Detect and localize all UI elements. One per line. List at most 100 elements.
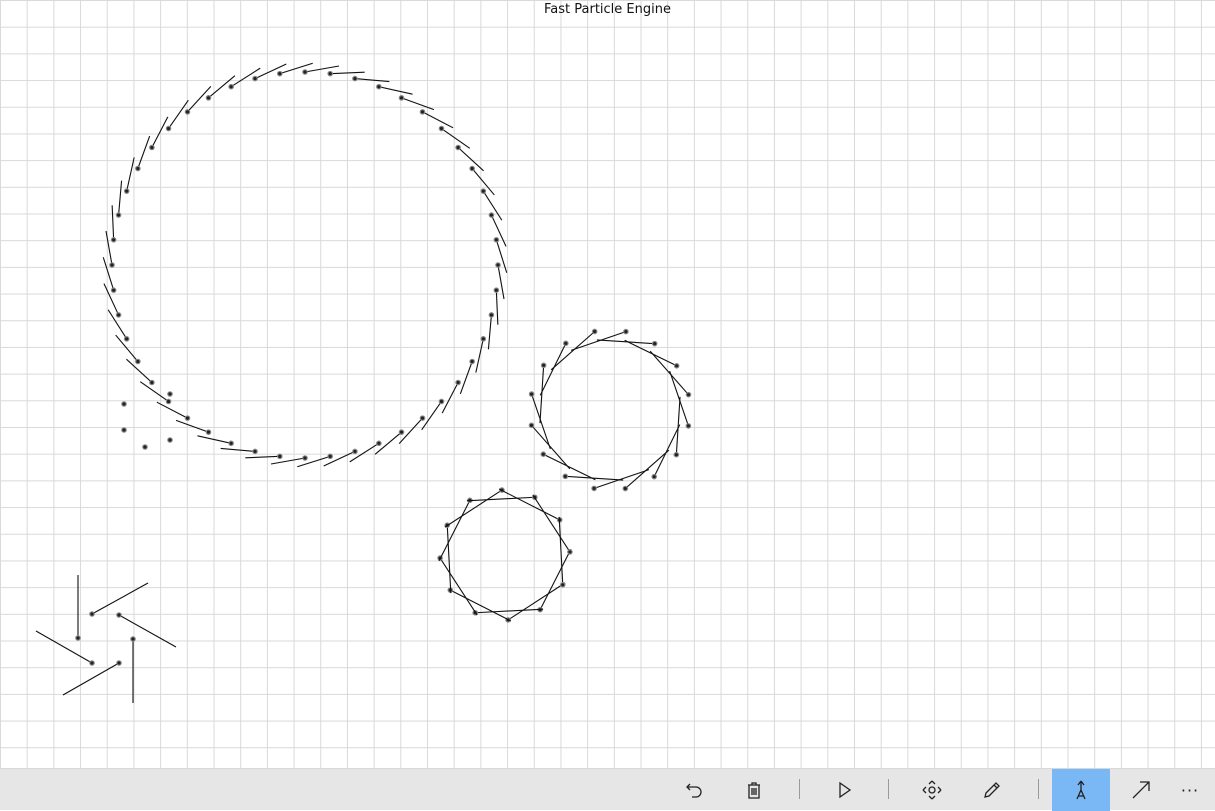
undo-button[interactable]: [665, 769, 723, 811]
particle[interactable]: [376, 83, 382, 90]
particle[interactable]: [528, 391, 535, 397]
particle[interactable]: [469, 358, 475, 365]
particle[interactable]: [115, 212, 122, 218]
particle[interactable]: [252, 448, 258, 455]
particle[interactable]: [493, 237, 500, 243]
particle[interactable]: [205, 429, 212, 435]
particle[interactable]: [89, 611, 95, 617]
velocity-vector: [330, 71, 365, 75]
particle[interactable]: [352, 448, 358, 455]
particle[interactable]: [89, 660, 95, 666]
particle[interactable]: [142, 444, 148, 450]
particle[interactable]: [528, 422, 535, 429]
particle[interactable]: [591, 328, 598, 335]
particle[interactable]: [327, 70, 333, 77]
particle[interactable]: [673, 362, 680, 369]
toolbar-divider: [799, 779, 800, 799]
particle[interactable]: [130, 636, 136, 642]
particle[interactable]: [149, 379, 155, 386]
particle[interactable]: [184, 109, 191, 115]
particle[interactable]: [205, 95, 212, 101]
particle[interactable]: [302, 455, 308, 461]
particle[interactable]: [398, 429, 405, 435]
velocity-vector: [354, 78, 390, 83]
particle[interactable]: [673, 451, 680, 458]
move-button[interactable]: [903, 769, 961, 811]
particle[interactable]: [495, 262, 501, 268]
particle[interactable]: [228, 440, 234, 447]
particle[interactable]: [121, 427, 127, 433]
particle[interactable]: [651, 473, 658, 480]
particle[interactable]: [419, 415, 426, 421]
particle[interactable]: [121, 401, 127, 407]
toolbar-divider: [1038, 779, 1039, 799]
velocity-vector: [304, 65, 340, 73]
particle[interactable]: [228, 83, 234, 90]
particle[interactable]: [540, 362, 547, 369]
particle[interactable]: [109, 262, 115, 268]
more-button[interactable]: ···: [1165, 769, 1215, 811]
particle-layer: [35, 62, 692, 703]
particle[interactable]: [123, 188, 130, 194]
particle[interactable]: [438, 398, 445, 405]
particle[interactable]: [562, 340, 569, 347]
particle[interactable]: [488, 312, 495, 318]
particle[interactable]: [352, 75, 358, 82]
particle[interactable]: [123, 336, 130, 342]
particle[interactable]: [651, 340, 658, 347]
particle[interactable]: [252, 75, 258, 82]
particle[interactable]: [685, 391, 692, 398]
particle[interactable]: [115, 312, 122, 318]
velocity-vector: [495, 290, 499, 325]
draw-button[interactable]: [963, 769, 1021, 811]
particle[interactable]: [135, 358, 141, 365]
particle[interactable]: [110, 287, 117, 293]
play-button[interactable]: [815, 769, 873, 811]
particle[interactable]: [488, 212, 495, 218]
particle[interactable]: [327, 453, 333, 460]
particle[interactable]: [567, 549, 573, 555]
move-icon: [922, 780, 942, 800]
particle[interactable]: [277, 70, 283, 77]
particle[interactable]: [167, 437, 173, 443]
particle[interactable]: [540, 451, 547, 458]
velocity-vector: [118, 180, 123, 216]
particle-tool-button[interactable]: [1052, 769, 1110, 811]
particle[interactable]: [591, 485, 597, 492]
velocity-vector: [168, 99, 189, 129]
particle[interactable]: [149, 144, 155, 151]
velocity-vector: [543, 453, 596, 481]
particle[interactable]: [376, 440, 382, 447]
particle[interactable]: [167, 391, 173, 397]
particle[interactable]: [419, 109, 426, 115]
delete-button[interactable]: [725, 769, 783, 811]
vector-button[interactable]: [1112, 769, 1170, 811]
particle[interactable]: [480, 188, 487, 194]
particle[interactable]: [438, 125, 445, 132]
particle[interactable]: [302, 69, 308, 75]
particle[interactable]: [184, 415, 191, 421]
particle[interactable]: [455, 379, 461, 386]
particle[interactable]: [110, 237, 117, 243]
particle[interactable]: [116, 612, 122, 618]
particle[interactable]: [116, 660, 122, 666]
particle[interactable]: [469, 165, 475, 172]
particle[interactable]: [480, 336, 487, 342]
particle[interactable]: [165, 398, 172, 405]
velocity-vector: [466, 496, 535, 502]
particle[interactable]: [165, 125, 172, 132]
particle[interactable]: [135, 165, 141, 172]
velocity-vector: [156, 401, 188, 419]
particle[interactable]: [277, 453, 283, 460]
particle[interactable]: [75, 635, 81, 641]
particle[interactable]: [623, 328, 629, 335]
velocity-vector: [103, 283, 120, 316]
particle[interactable]: [493, 287, 500, 293]
particle[interactable]: [559, 582, 566, 588]
particle[interactable]: [622, 485, 629, 492]
velocity-vector: [421, 401, 442, 431]
particle[interactable]: [455, 144, 461, 151]
particle[interactable]: [685, 423, 692, 429]
particle[interactable]: [398, 95, 405, 101]
particle[interactable]: [562, 473, 569, 480]
